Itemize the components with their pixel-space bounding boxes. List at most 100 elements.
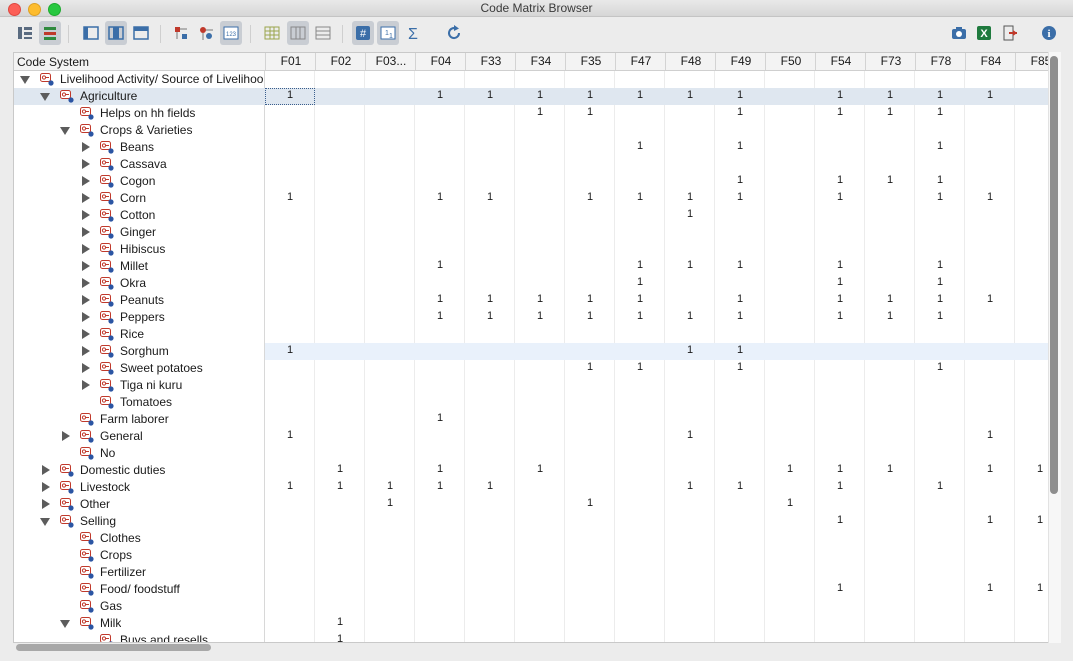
table-row[interactable]: Sweet potatoes 1 1 1 1	[14, 360, 1049, 377]
collapsed-arrow-icon[interactable]	[82, 142, 90, 152]
table-row[interactable]: Cotton 1	[14, 207, 1049, 224]
matrix-cell[interactable]: 1	[415, 89, 465, 101]
vertical-scrollbar[interactable]	[1050, 56, 1058, 494]
matrix-cell[interactable]: 1	[715, 259, 765, 271]
table-row[interactable]: Peppers 1 1 1 1 1 1 1 1 1 1	[14, 309, 1049, 326]
table-row[interactable]: Hibiscus	[14, 241, 1049, 258]
matrix-cell[interactable]: 1	[915, 191, 965, 203]
expanded-arrow-icon[interactable]	[40, 93, 50, 101]
matrix-cell[interactable]: 1	[865, 463, 915, 475]
matrix-cell[interactable]: 1	[665, 191, 715, 203]
column-header[interactable]: F78	[915, 53, 966, 70]
table-row[interactable]: Other 1 1 1	[14, 496, 1049, 513]
table-row[interactable]: Sorghum 1 1 1	[14, 343, 1049, 360]
collapsed-arrow-icon[interactable]	[42, 499, 50, 509]
excel-export-button[interactable]: X	[973, 21, 995, 45]
matrix-cell[interactable]: 1	[465, 89, 515, 101]
matrix-cell[interactable]: 1	[915, 310, 965, 322]
collapsed-arrow-icon[interactable]	[82, 244, 90, 254]
camera-button[interactable]	[948, 21, 970, 45]
sigma-button[interactable]: Σ	[402, 21, 424, 45]
collapsed-arrow-icon[interactable]	[82, 261, 90, 271]
collapsed-arrow-icon[interactable]	[82, 346, 90, 356]
matrix-cell[interactable]: 1	[1015, 463, 1049, 475]
collapsed-arrow-icon[interactable]	[42, 465, 50, 475]
table-row[interactable]: Livestock 1 1 1 1 1 1 1 1 1	[14, 479, 1049, 496]
layout-left-button[interactable]	[80, 21, 102, 45]
matrix-cell[interactable]: 1	[315, 480, 365, 492]
column-header[interactable]: F34	[515, 53, 566, 70]
collapsed-arrow-icon[interactable]	[82, 380, 90, 390]
table-col-button[interactable]	[287, 21, 309, 45]
matrix-cell[interactable]: 1	[565, 293, 615, 305]
collapsed-arrow-icon[interactable]	[42, 482, 50, 492]
matrix-cell[interactable]: 1	[415, 412, 465, 424]
matrix-cell[interactable]: 1	[765, 497, 815, 509]
collapsed-arrow-icon[interactable]	[62, 431, 70, 441]
matrix-cell[interactable]: 1	[315, 616, 365, 628]
matrix-cell[interactable]: 1	[865, 174, 915, 186]
table-row[interactable]: General 1 1 1	[14, 428, 1049, 445]
layout-bottom-button[interactable]	[130, 21, 152, 45]
matrix-cell[interactable]: 1	[415, 310, 465, 322]
matrix-cell[interactable]: 1	[915, 140, 965, 152]
matrix-cell[interactable]: 1	[815, 106, 865, 118]
table-row[interactable]: Tomatoes	[14, 394, 1049, 411]
matrix-cell[interactable]: 1	[915, 480, 965, 492]
matrix-cell[interactable]: 1	[415, 259, 465, 271]
collapsed-arrow-icon[interactable]	[82, 210, 90, 220]
matrix-cell[interactable]: 1	[765, 463, 815, 475]
node-circle-button[interactable]	[195, 21, 217, 45]
column-header[interactable]: F50	[765, 53, 816, 70]
table-row[interactable]: Corn 1 1 1 1 1 1 1 1 1 1	[14, 190, 1049, 207]
matrix-cell[interactable]: 1	[815, 582, 865, 594]
collapsed-arrow-icon[interactable]	[82, 329, 90, 339]
export-button[interactable]	[999, 21, 1021, 45]
node-square-button[interactable]	[170, 21, 192, 45]
matrix-cell[interactable]: 1	[865, 89, 915, 101]
hash-button[interactable]: #	[352, 21, 374, 45]
table-row[interactable]: Cogon 1 1 1 1	[14, 173, 1049, 190]
column-header[interactable]: F84	[965, 53, 1016, 70]
expanded-arrow-icon[interactable]	[40, 518, 50, 526]
column-header[interactable]: F33	[465, 53, 516, 70]
matrix-cell[interactable]: 1	[915, 276, 965, 288]
matrix-cell[interactable]: 1	[715, 480, 765, 492]
collapsed-arrow-icon[interactable]	[82, 159, 90, 169]
collapsed-arrow-icon[interactable]	[82, 193, 90, 203]
matrix-cell[interactable]: 1	[465, 293, 515, 305]
matrix-cell[interactable]: 1	[615, 191, 665, 203]
table-row[interactable]: Agriculture 1 1 1 1 1 1 1 1 1 1 1 1	[14, 88, 1049, 105]
collapsed-arrow-icon[interactable]	[82, 176, 90, 186]
table-row[interactable]: Tiga ni kuru	[14, 377, 1049, 394]
table-row[interactable]: Gas	[14, 598, 1049, 615]
matrix-cell[interactable]: 1	[415, 293, 465, 305]
code-system-header[interactable]: Code System	[17, 55, 89, 69]
matrix-cell[interactable]: 1	[815, 514, 865, 526]
matrix-cell[interactable]: 1	[465, 310, 515, 322]
layout-center-button[interactable]	[105, 21, 127, 45]
collapsed-arrow-icon[interactable]	[82, 295, 90, 305]
matrix-cell[interactable]: 1	[565, 497, 615, 509]
matrix-cell[interactable]: 1	[915, 89, 965, 101]
collapsed-arrow-icon[interactable]	[82, 363, 90, 373]
matrix-cell[interactable]: 1	[715, 174, 765, 186]
expanded-arrow-icon[interactable]	[60, 127, 70, 135]
table-row[interactable]: Livelihood Activity/ Source of Livelihoo…	[14, 71, 1049, 88]
table-row-button[interactable]	[312, 21, 334, 45]
table-row[interactable]: Clothes	[14, 530, 1049, 547]
table-row[interactable]: Peanuts 1 1 1 1 1 1 1 1 1 1	[14, 292, 1049, 309]
list-view-button[interactable]	[39, 21, 61, 45]
matrix-cell[interactable]: 1	[915, 361, 965, 373]
table-row[interactable]: Helps on hh fields 1 1 1 1 1 1	[14, 105, 1049, 122]
column-header[interactable]: F35	[565, 53, 616, 70]
matrix-cell[interactable]: 1	[565, 310, 615, 322]
column-header[interactable]: F03...	[365, 53, 416, 70]
matrix-cell[interactable]: 1	[315, 633, 365, 642]
matrix-cell[interactable]: 1	[865, 106, 915, 118]
matrix-cell[interactable]: 1	[715, 140, 765, 152]
matrix-cell[interactable]: 1	[965, 463, 1015, 475]
matrix-cell[interactable]: 1	[715, 344, 765, 356]
table-row[interactable]: Millet 1 1 1 1 1 1	[14, 258, 1049, 275]
table-row[interactable]: Beans 1 1 1	[14, 139, 1049, 156]
